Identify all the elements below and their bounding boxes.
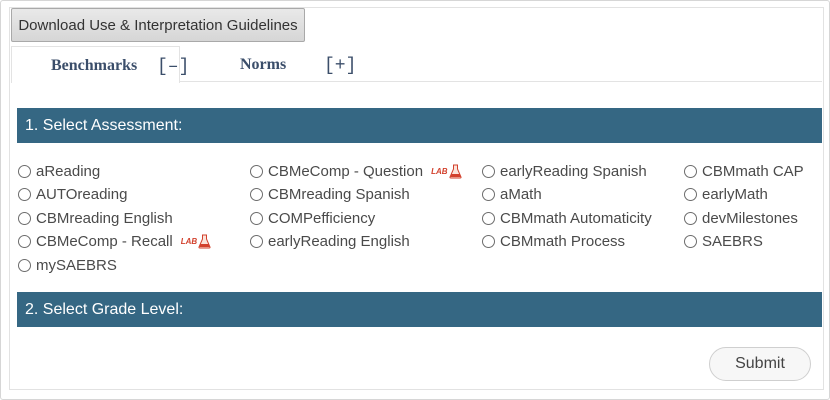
radio-label: CBMreading Spanish [268, 185, 410, 203]
select-assessment-header: 1. Select Assessment: [17, 108, 822, 143]
radio-saebrs[interactable]: SAEBRS [684, 231, 763, 251]
radio-label: earlyMath [702, 185, 768, 203]
radio-areading[interactable]: aReading [18, 161, 100, 181]
radio-cbmmath-automaticity[interactable]: CBMmath Automaticity [482, 208, 652, 228]
radio-button[interactable] [18, 211, 31, 225]
radio-amath[interactable]: aMath [482, 184, 542, 204]
tab-benchmarks-label: Benchmarks [51, 57, 138, 74]
radio-autoreading[interactable]: AUTOreading [18, 184, 127, 204]
radio-label: mySAEBRS [36, 256, 117, 274]
radio-label: AUTOreading [36, 185, 128, 203]
radio-label: earlyReading Spanish [500, 162, 647, 180]
radio-button[interactable] [250, 234, 263, 248]
flask-icon [198, 234, 211, 248]
radio-cbmecomp-recall[interactable]: CBMeComp - Recall LAB [18, 231, 211, 251]
radio-button[interactable] [684, 164, 697, 178]
radio-cbmreading-spanish[interactable]: CBMreading Spanish [250, 184, 410, 204]
radio-label: devMilestones [702, 209, 798, 227]
radio-label: COMPefficiency [268, 209, 376, 227]
lab-badge: LAB [181, 233, 211, 249]
radio-cbmecomp-question[interactable]: CBMeComp - Question LAB [250, 161, 462, 181]
radio-button[interactable] [250, 187, 263, 201]
radio-label: CBMeComp - Question [268, 162, 424, 180]
radio-label: earlyReading English [268, 232, 410, 250]
radio-button[interactable] [684, 187, 697, 201]
radio-label: CBMeComp - Recall [36, 232, 173, 250]
radio-button[interactable] [482, 187, 495, 201]
radio-earlyreading-spanish[interactable]: earlyReading Spanish [482, 161, 647, 181]
flask-icon [448, 164, 462, 178]
radio-label: CBMmath Automaticity [500, 209, 652, 227]
radio-label: aReading [36, 162, 101, 180]
radio-compefficiency[interactable]: COMPefficiency [250, 208, 375, 228]
radio-cbmreading-english[interactable]: CBMreading English [18, 208, 173, 228]
radio-label: aMath [500, 185, 542, 203]
radio-button[interactable] [18, 234, 31, 248]
radio-button[interactable] [18, 164, 31, 178]
tab-norms[interactable]: Norms [+] [181, 46, 381, 82]
radio-button[interactable] [684, 234, 697, 248]
select-grade-level-header: 2. Select Grade Level: [17, 292, 822, 327]
radio-cbmmath-cap[interactable]: CBMmath CAP [684, 161, 804, 181]
tab-bar: Benchmarks [–] Norms [+] [11, 46, 822, 83]
submit-button[interactable]: Submit [709, 347, 811, 381]
radio-button[interactable] [482, 211, 495, 225]
radio-label: CBMmath CAP [702, 162, 804, 180]
radio-button[interactable] [250, 164, 263, 178]
radio-button[interactable] [18, 187, 31, 201]
radio-button[interactable] [684, 211, 697, 225]
radio-cbmmath-process[interactable]: CBMmath Process [482, 231, 625, 251]
radio-button[interactable] [18, 258, 31, 272]
lab-badge-text: LAB [431, 166, 448, 176]
tab-norms-label: Norms [240, 56, 287, 73]
tab-benchmarks[interactable]: Benchmarks [–] [11, 46, 189, 83]
radio-devmilestones[interactable]: devMilestones [684, 208, 798, 228]
radio-button[interactable] [482, 234, 495, 248]
radio-label: SAEBRS [702, 232, 763, 250]
radio-earlymath[interactable]: earlyMath [684, 184, 768, 204]
radio-label: CBMmath Process [500, 232, 626, 250]
lab-badge-text: LAB [180, 236, 198, 246]
download-guidelines-button[interactable]: Download Use & Interpretation Guidelines [11, 8, 305, 42]
radio-label: CBMreading English [36, 209, 173, 227]
radio-earlyreading-english[interactable]: earlyReading English [250, 231, 410, 251]
radio-mysaebrs[interactable]: mySAEBRS [18, 255, 117, 275]
radio-button[interactable] [250, 211, 263, 225]
radio-button[interactable] [482, 164, 495, 178]
lab-badge: LAB [431, 163, 462, 179]
expand-norms-toggle[interactable]: [+] [324, 56, 356, 76]
